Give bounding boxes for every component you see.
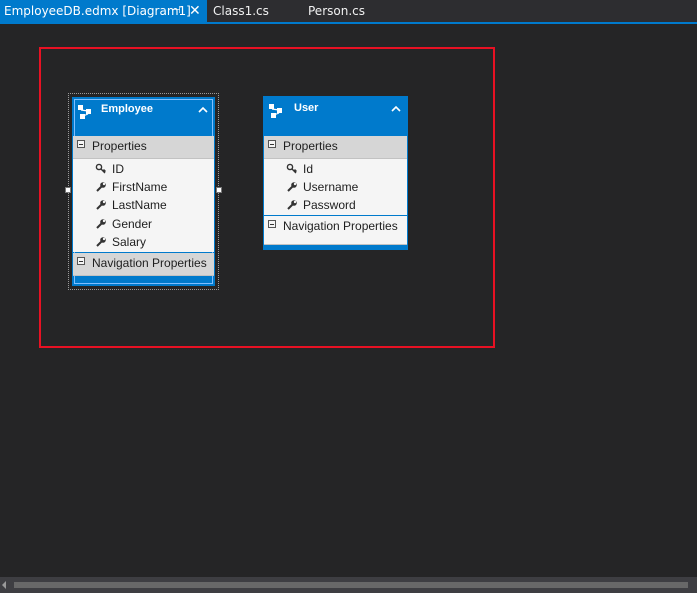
- entity-title: Employee: [101, 103, 153, 115]
- wrench-icon: [96, 219, 106, 229]
- resize-handle-right[interactable]: [216, 187, 222, 193]
- entity-title: User: [294, 102, 319, 114]
- entity-employee[interactable]: Employee Properties ID FirstName LastNam…: [72, 97, 215, 286]
- collapse-toggle[interactable]: [268, 220, 276, 228]
- entity-header[interactable]: User: [263, 96, 408, 134]
- entity-user[interactable]: User Properties Id Username Password Nav…: [263, 96, 408, 250]
- horizontal-scrollbar[interactable]: [0, 577, 697, 593]
- section-label: Properties: [283, 139, 338, 153]
- property-name: FirstName: [112, 180, 168, 194]
- collapse-toggle[interactable]: [77, 257, 85, 265]
- navigation-section-header[interactable]: Navigation Properties: [73, 253, 214, 276]
- entity-icon: [78, 105, 91, 119]
- tab-person-cs[interactable]: Person.cs: [308, 0, 365, 22]
- tab-class1-cs[interactable]: Class1.cs: [213, 0, 269, 22]
- entity-icon: [269, 104, 282, 118]
- close-icon[interactable]: ✕: [189, 0, 201, 22]
- scrollbar-thumb[interactable]: [14, 582, 688, 588]
- resize-handle-left[interactable]: [65, 187, 71, 193]
- property-name: Id: [303, 162, 314, 176]
- wrench-icon: [96, 200, 106, 210]
- property-name: ID: [112, 162, 124, 176]
- tab-employeedb-edmx[interactable]: EmployeeDB.edmx [Diagram1] ⊣ ✕: [0, 0, 207, 22]
- section-label: Navigation Properties: [92, 256, 207, 270]
- key-icon: [286, 163, 297, 174]
- section-label: Navigation Properties: [283, 219, 398, 233]
- tab-label: Class1.cs: [213, 4, 269, 18]
- properties-section-header[interactable]: Properties: [73, 136, 214, 159]
- collapse-toggle[interactable]: [268, 140, 276, 148]
- section-label: Properties: [92, 139, 147, 153]
- property-name: Gender: [112, 217, 153, 231]
- property-name: Username: [303, 180, 359, 194]
- document-tab-bar: EmployeeDB.edmx [Diagram1] ⊣ ✕ Class1.cs…: [0, 0, 697, 24]
- navigation-section-header[interactable]: Navigation Properties: [264, 216, 407, 245]
- chevron-up-icon[interactable]: [390, 103, 402, 115]
- wrench-icon: [96, 182, 106, 192]
- wrench-icon: [96, 237, 106, 247]
- key-icon: [95, 163, 106, 174]
- pin-icon[interactable]: ⊣: [172, 0, 181, 22]
- property-name: LastName: [112, 198, 167, 212]
- property-name: Salary: [112, 235, 147, 249]
- tab-label: EmployeeDB.edmx [Diagram1]: [4, 4, 191, 18]
- chevron-up-icon[interactable]: [197, 104, 209, 116]
- properties-section-header[interactable]: Properties: [264, 136, 407, 159]
- tab-label: Person.cs: [308, 4, 365, 18]
- properties-list: ID FirstName LastName Gender Salary: [73, 159, 214, 252]
- properties-list: Id Username Password: [264, 159, 407, 215]
- property-name: Password: [303, 198, 356, 212]
- wrench-icon: [287, 182, 297, 192]
- collapse-toggle[interactable]: [77, 140, 85, 148]
- scroll-left-arrow-icon[interactable]: [2, 581, 6, 589]
- entity-header[interactable]: Employee: [72, 97, 215, 135]
- wrench-icon: [287, 200, 297, 210]
